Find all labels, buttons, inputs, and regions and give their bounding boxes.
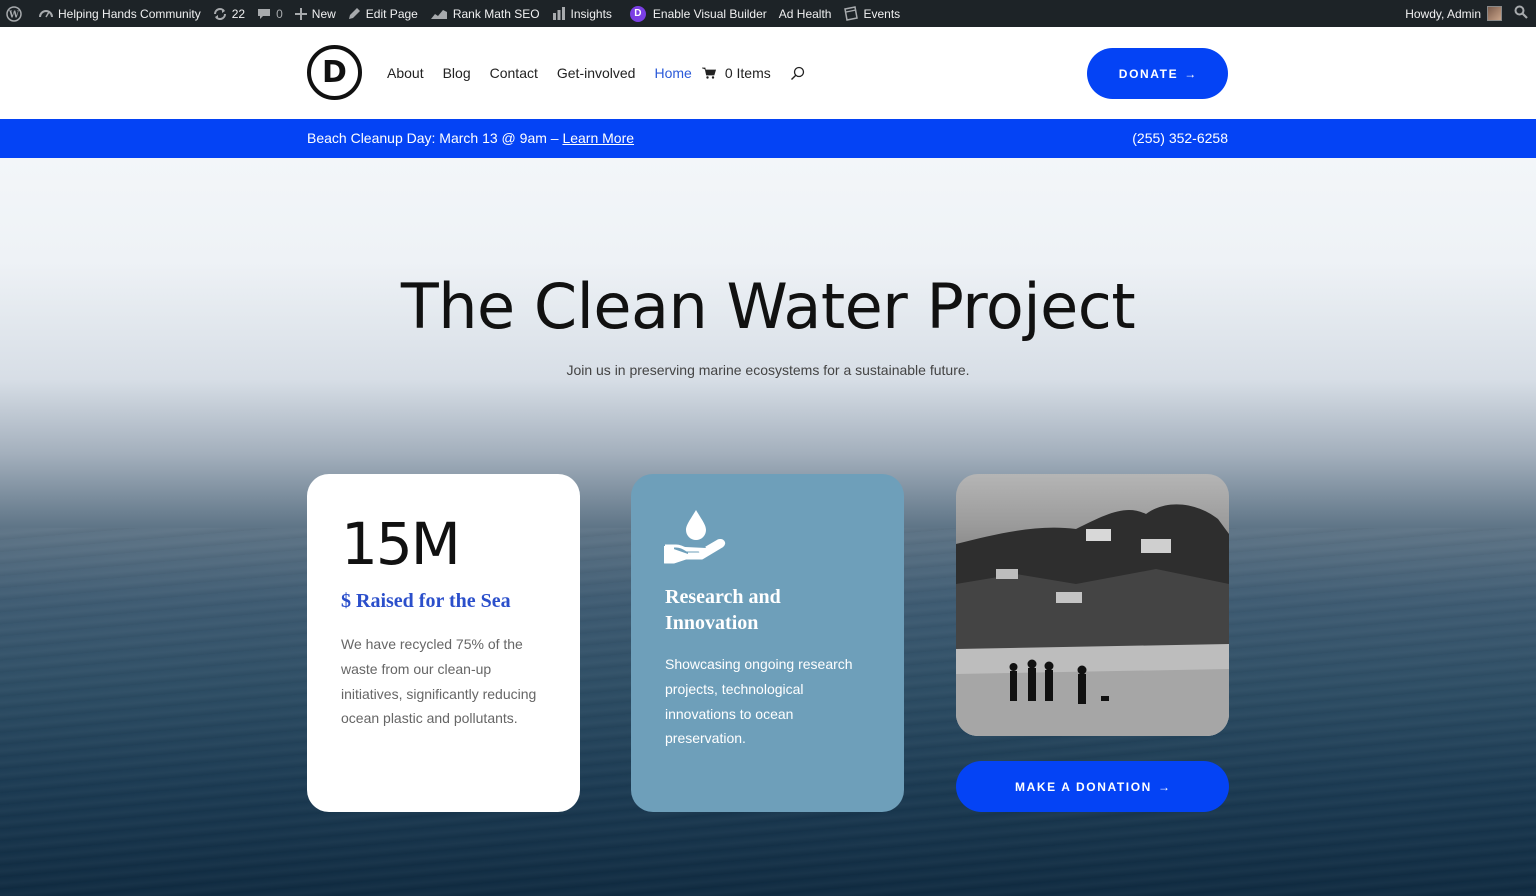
- insights-link[interactable]: Insights: [546, 0, 618, 27]
- logo-letter: D: [322, 55, 347, 90]
- search-icon: [1514, 5, 1528, 22]
- nav-item-about[interactable]: About: [387, 65, 424, 81]
- cart-label: 0 Items: [724, 65, 771, 81]
- page-title: The Clean Water Project: [400, 270, 1136, 343]
- cart-link[interactable]: 0 Items: [701, 65, 771, 81]
- bar-chart-icon: [552, 7, 566, 20]
- site-name-link[interactable]: Helping Hands Community: [33, 0, 207, 27]
- comments-link[interactable]: 0: [251, 0, 289, 27]
- updates-count: 22: [231, 6, 246, 21]
- cart-icon: [701, 67, 716, 79]
- hero-subtitle: Join us in preserving marine ecosystems …: [566, 362, 970, 378]
- site-search-button[interactable]: [790, 66, 805, 81]
- beach-photo: [956, 474, 1229, 736]
- plus-icon: [294, 7, 307, 20]
- water-drop-hand-icon: [663, 508, 728, 569]
- visual-builder-label: Enable Visual Builder: [652, 6, 767, 21]
- research-heading: Research and Innovation: [665, 586, 781, 634]
- edit-page-label: Edit Page: [365, 6, 418, 21]
- events-link[interactable]: Events: [837, 0, 906, 27]
- svg-text:W: W: [8, 10, 20, 20]
- updates-link[interactable]: 22: [207, 0, 251, 27]
- insights-label: Insights: [570, 6, 612, 21]
- avatar: [1487, 6, 1502, 21]
- new-label: New: [311, 6, 336, 21]
- arrow-right-icon: →: [1184, 66, 1197, 81]
- nav-item-home[interactable]: Home: [654, 65, 691, 81]
- visual-builder-link[interactable]: D Enable Visual Builder: [624, 0, 773, 27]
- hero-section: The Clean Water Project Join us in prese…: [0, 158, 1536, 896]
- ad-health-link[interactable]: Ad Health: [773, 0, 838, 27]
- site-name-label: Helping Hands Community: [58, 6, 201, 21]
- wordpress-icon: W: [6, 5, 22, 22]
- stat-heading: $ Raised for the Sea: [341, 590, 511, 612]
- phone-number[interactable]: (255) 352-6258: [1132, 130, 1228, 146]
- events-label: Events: [863, 6, 901, 21]
- rank-math-icon: [430, 7, 448, 20]
- howdy-label: Howdy, Admin: [1405, 6, 1481, 21]
- site-logo[interactable]: D: [307, 45, 362, 100]
- arrow-right-icon: →: [1157, 779, 1170, 794]
- stat-value: 15M: [341, 510, 461, 578]
- stat-card: 15M $ Raised for the Sea We have recycle…: [307, 474, 580, 812]
- nav-item-contact[interactable]: Contact: [490, 65, 538, 81]
- ad-health-label: Ad Health: [778, 6, 832, 21]
- pencil-icon: [348, 7, 361, 20]
- my-account-link[interactable]: Howdy, Admin: [1399, 0, 1508, 27]
- nav-item-get-involved[interactable]: Get-involved: [557, 65, 636, 81]
- main-nav: About Blog Contact Get-involved Home 0 I…: [387, 65, 805, 81]
- make-donation-button[interactable]: MAKE A DONATION →: [956, 761, 1229, 812]
- announcement-bar: Beach Cleanup Day: March 13 @ 9am – Lear…: [0, 119, 1536, 158]
- wordpress-logo-button[interactable]: W: [0, 0, 33, 27]
- announcement-text: Beach Cleanup Day: March 13 @ 9am – Lear…: [307, 130, 634, 146]
- learn-more-link[interactable]: Learn More: [562, 130, 634, 146]
- research-card: Research and Innovation Showcasing ongoi…: [631, 474, 904, 812]
- divi-icon: D: [629, 5, 646, 22]
- calendar-icon: [843, 6, 859, 21]
- stat-description: We have recycled 75% of the waste from o…: [341, 636, 537, 727]
- new-content-link[interactable]: New: [289, 0, 342, 27]
- dashboard-icon: [39, 7, 53, 21]
- comments-count: 0: [276, 6, 283, 21]
- make-donation-label: MAKE A DONATION: [1015, 779, 1152, 794]
- admin-bar: W Helping Hands Community 22 0 New Edit …: [0, 0, 1536, 27]
- rank-math-link[interactable]: Rank Math SEO: [424, 0, 546, 27]
- comment-icon: [257, 7, 271, 21]
- nav-item-blog[interactable]: Blog: [443, 65, 471, 81]
- research-description: Showcasing ongoing research projects, te…: [665, 656, 853, 747]
- donate-label: DONATE: [1118, 66, 1179, 81]
- admin-search-button[interactable]: [1508, 0, 1536, 27]
- donate-button[interactable]: DONATE →: [1087, 48, 1228, 99]
- refresh-icon: [213, 7, 227, 21]
- edit-page-link[interactable]: Edit Page: [342, 0, 424, 27]
- site-header: D About Blog Contact Get-involved Home 0…: [0, 27, 1536, 119]
- search-icon: [790, 66, 804, 80]
- rank-math-label: Rank Math SEO: [452, 6, 540, 21]
- announcement-message: Beach Cleanup Day: March 13 @ 9am –: [307, 130, 563, 146]
